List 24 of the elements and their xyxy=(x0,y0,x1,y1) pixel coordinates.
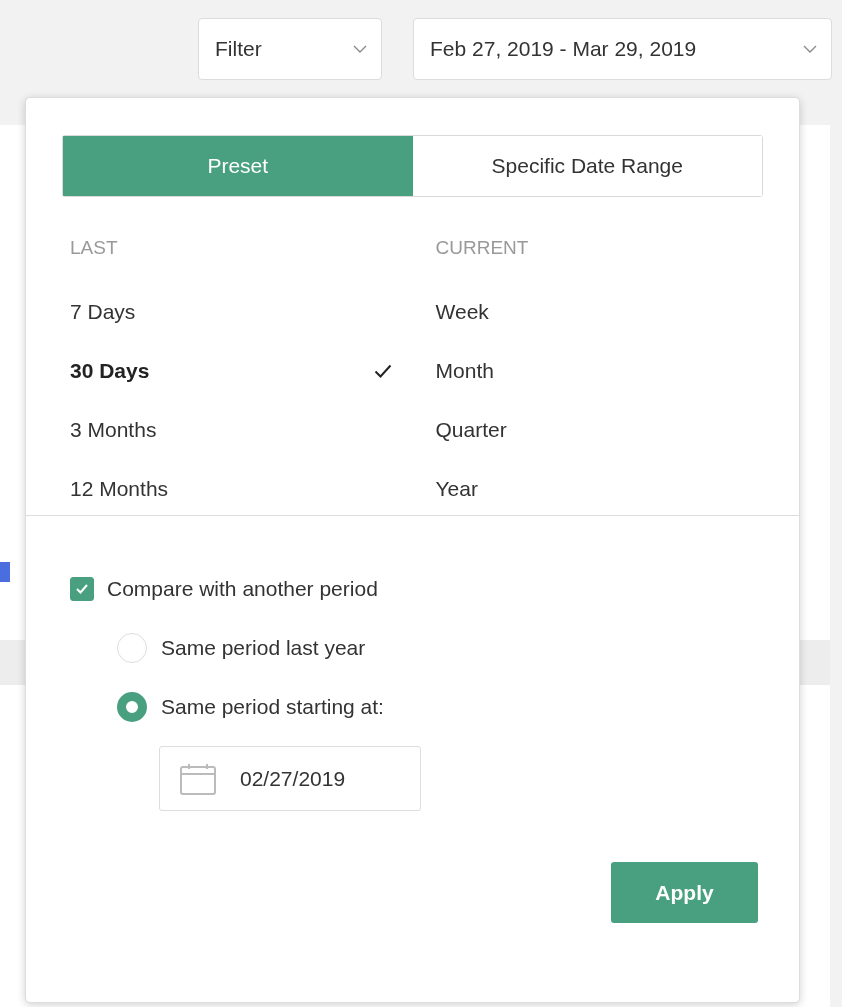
calendar-icon xyxy=(180,762,216,795)
chevron-down-icon xyxy=(353,45,367,53)
legend-swatch xyxy=(0,562,10,582)
radio-label: Same period starting at: xyxy=(161,695,384,719)
checkmark-icon xyxy=(75,583,89,595)
preset-option[interactable]: Year xyxy=(435,476,478,501)
column-header: CURRENT xyxy=(435,237,530,260)
preset-option[interactable]: Month xyxy=(435,358,494,383)
date-range-dropdown[interactable]: Feb 27, 2019 - Mar 29, 2019 xyxy=(413,18,832,80)
preset-option[interactable]: Quarter xyxy=(435,417,507,442)
preset-option[interactable]: 3 Months xyxy=(70,417,157,442)
column-header: LAST xyxy=(70,237,119,260)
preset-option[interactable]: Week xyxy=(435,299,489,324)
radio-label: Same period last year xyxy=(161,636,366,660)
filter-dropdown[interactable]: Filter xyxy=(198,18,382,80)
check-icon xyxy=(373,363,392,378)
date-input-field[interactable]: 02/27/2019 xyxy=(159,746,421,811)
preset-option[interactable]: 12 Months xyxy=(70,476,169,501)
preset-option[interactable]: 7 Days xyxy=(70,299,136,324)
radio-button[interactable] xyxy=(117,692,147,722)
preset-option[interactable]: 30 Days xyxy=(70,358,150,383)
chevron-down-icon xyxy=(803,45,817,53)
checkbox-label: Compare with another period xyxy=(107,577,378,601)
checkbox[interactable] xyxy=(70,577,94,601)
